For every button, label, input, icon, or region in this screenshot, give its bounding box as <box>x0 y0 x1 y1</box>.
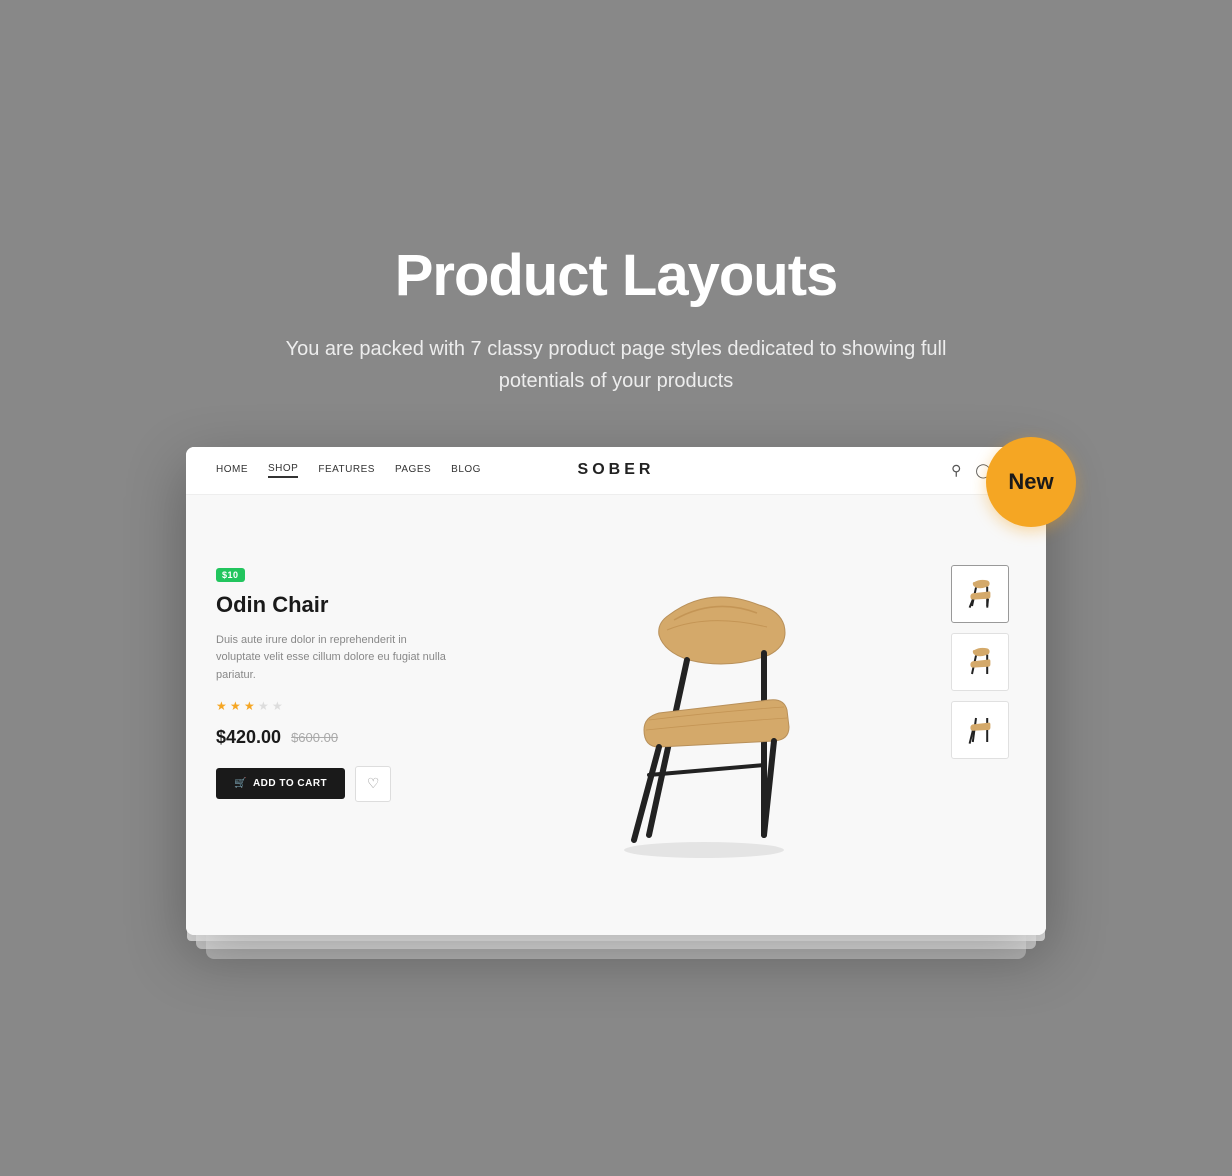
cart-btn-icon: 🛒 <box>234 778 247 789</box>
nav-shop[interactable]: SHOP <box>268 463 298 478</box>
star-rating: ★ ★ ★ ★ ★ <box>216 699 446 711</box>
nav-features[interactable]: FEATURES <box>318 464 375 477</box>
add-to-cart-button[interactable]: 🛒 Add To Cart <box>216 768 345 799</box>
new-badge-text: New <box>1008 469 1053 495</box>
button-group: 🛒 Add To Cart ♡ <box>216 766 446 802</box>
navigation-bar: HOME SHOP FEATURES PAGES BLOG SOBER ⚲ ◯ … <box>186 447 1046 495</box>
page-subtitle: You are packed with 7 classy product pag… <box>256 333 976 397</box>
product-area: $10 Odin Chair Duis aute irure dolor in … <box>186 495 1046 935</box>
price-area: $420.00 $600.00 <box>216 727 446 748</box>
heart-icon: ♡ <box>367 775 380 792</box>
browser-frame: HOME SHOP FEATURES PAGES BLOG SOBER ⚲ ◯ … <box>186 447 1046 935</box>
star-1: ★ <box>216 699 228 711</box>
thumbnails <box>951 545 1016 885</box>
cart-btn-label: Add To Cart <box>253 778 327 789</box>
nav-pages[interactable]: PAGES <box>395 464 431 477</box>
product-chair-image <box>549 555 849 875</box>
search-icon[interactable]: ⚲ <box>951 462 961 479</box>
page-wrapper: Product Layouts You are packed with 7 cl… <box>66 242 1166 935</box>
star-2: ★ <box>230 699 242 711</box>
new-badge: New <box>986 437 1076 527</box>
product-info: $10 Odin Chair Duis aute irure dolor in … <box>216 545 446 885</box>
nav-home[interactable]: HOME <box>216 464 248 477</box>
nav-links: HOME SHOP FEATURES PAGES BLOG <box>216 463 481 478</box>
site-logo: SOBER <box>578 461 655 479</box>
wishlist-button[interactable]: ♡ <box>355 766 391 802</box>
star-4: ★ <box>258 699 270 711</box>
thumbnail-3[interactable] <box>951 701 1009 759</box>
star-5: ★ <box>272 699 284 711</box>
thumbnail-2[interactable] <box>951 633 1009 691</box>
product-image-area <box>446 545 951 885</box>
product-description: Duis aute irure dolor in reprehenderit i… <box>216 632 446 685</box>
nav-blog[interactable]: BLOG <box>451 464 481 477</box>
price-original: $600.00 <box>291 730 338 745</box>
star-3: ★ <box>244 699 256 711</box>
page-title: Product Layouts <box>256 242 976 309</box>
header-section: Product Layouts You are packed with 7 cl… <box>256 242 976 397</box>
price-current: $420.00 <box>216 727 281 748</box>
sale-badge: $10 <box>216 568 245 582</box>
mockup-container: New HOME SHOP FEATURES PAGES BLOG SOBER … <box>186 447 1046 935</box>
product-name: Odin Chair <box>216 592 446 618</box>
thumbnail-1[interactable] <box>951 565 1009 623</box>
